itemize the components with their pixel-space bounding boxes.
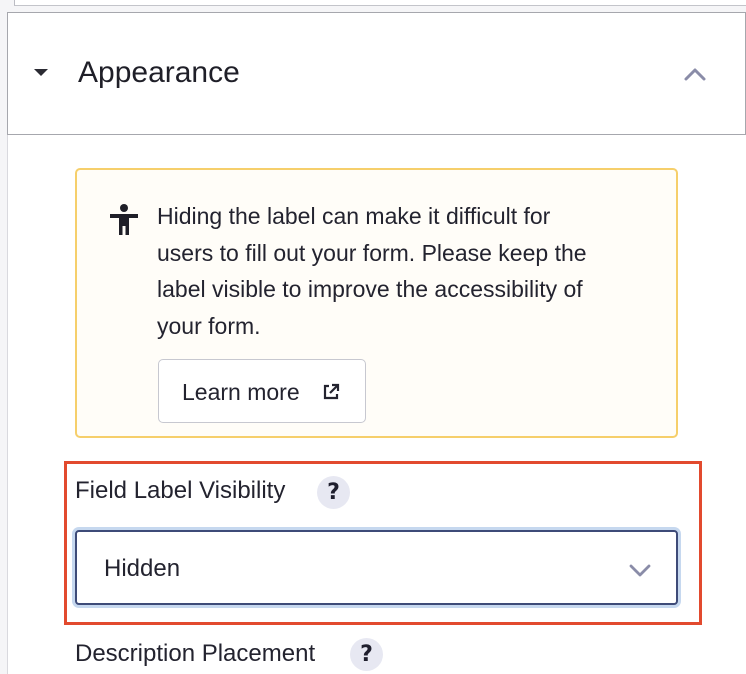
chevron-up-icon[interactable] [680, 59, 710, 89]
notice-line: label visible to improve the accessibili… [157, 276, 583, 302]
field-label-visibility-select[interactable]: Hidden [75, 530, 678, 605]
help-icon[interactable]: ? [317, 476, 350, 509]
previous-section-edge [0, 0, 746, 12]
accessibility-notice: Hiding the label can make it difficult f… [75, 168, 678, 438]
learn-more-button[interactable]: Learn more [158, 359, 366, 423]
notice-line: your form. [157, 312, 261, 339]
select-value: Hidden [104, 555, 181, 582]
notice-message: Hiding the label can make it difficult f… [157, 198, 667, 344]
previous-section-bottom [14, 0, 746, 6]
notice-line: Hiding the label can make it difficult f… [157, 203, 551, 229]
accessibility-icon [110, 204, 138, 235]
help-icon[interactable]: ? [350, 638, 383, 671]
description-placement-label: Description Placement [75, 640, 316, 667]
learn-more-label: Learn more [182, 379, 300, 405]
caret-down-icon[interactable] [34, 69, 48, 76]
field-label-visibility-label: Field Label Visibility [75, 477, 286, 504]
notice-line: users to fill out your form. Please keep… [157, 239, 587, 266]
chevron-down-icon [629, 564, 651, 577]
section-title: Appearance [78, 56, 240, 89]
section-body-border [7, 134, 8, 674]
appearance-section-header[interactable]: Appearance [7, 12, 746, 135]
external-link-icon [323, 383, 340, 400]
